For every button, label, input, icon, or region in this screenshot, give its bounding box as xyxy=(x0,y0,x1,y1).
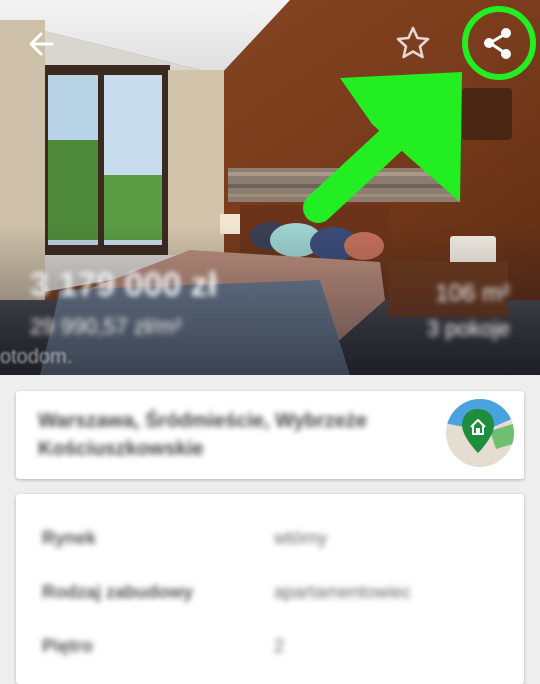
detail-value: apartamentowiec xyxy=(274,582,412,602)
details-card: Rynek wtórny Rodzaj zabudowy apartamento… xyxy=(16,494,524,684)
detail-label: Piętro xyxy=(42,636,94,656)
detail-value: 2 xyxy=(274,636,285,656)
listing-rooms: 3 pokoje xyxy=(426,316,510,341)
listing-photo[interactable]: 3 179 000 zł 29 990,57 zł/m² 106 m² 3 po… xyxy=(0,0,540,375)
price-per-m2: 29 990,57 zł/m² xyxy=(30,314,182,339)
address-card: Warszawa, Śródmieście, Wybrzeże Kościusz… xyxy=(16,391,524,479)
detail-value: wtórny xyxy=(274,528,328,548)
back-button[interactable] xyxy=(24,26,60,62)
detail-row: Rynek wtórny xyxy=(16,520,524,560)
detail-label: Rodzaj zabudowy xyxy=(42,582,194,602)
photo-watermark: otodom. xyxy=(0,346,73,368)
address-text: Warszawa, Śródmieście, Wybrzeże Kościusz… xyxy=(38,410,368,460)
share-button[interactable] xyxy=(464,20,534,68)
favorite-button[interactable] xyxy=(394,24,432,62)
map-home-pin-icon xyxy=(446,399,514,467)
star-outline-icon xyxy=(396,26,430,59)
arrow-left-icon xyxy=(29,32,54,56)
map-button[interactable] xyxy=(444,397,516,469)
listing-area: 106 m² xyxy=(435,280,510,307)
detail-row: Piętro 2 xyxy=(16,628,524,668)
detail-row: Rodzaj zabudowy apartamentowiec xyxy=(16,574,524,614)
share-icon xyxy=(484,28,511,59)
detail-label: Rynek xyxy=(42,528,97,548)
listing-price: 3 179 000 zł xyxy=(30,266,218,304)
